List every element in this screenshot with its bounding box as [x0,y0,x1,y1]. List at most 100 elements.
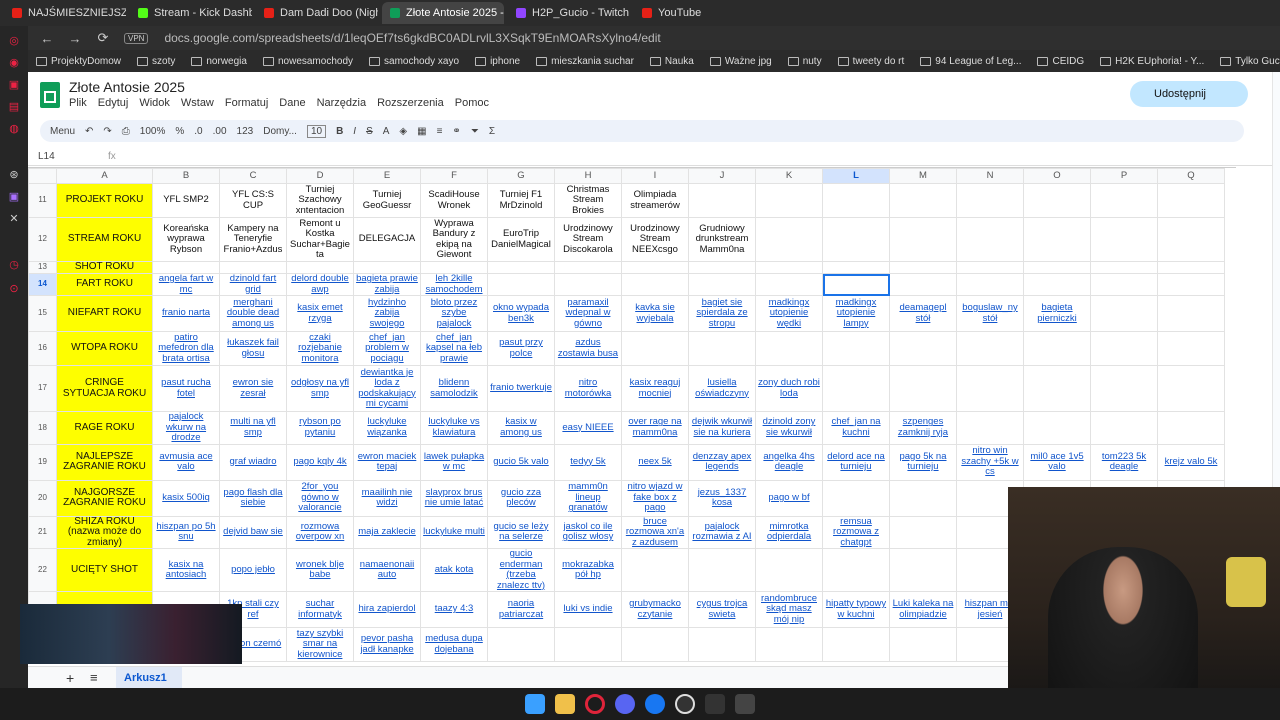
grid-cell[interactable] [755,183,823,218]
grid-cell[interactable]: deamagepl stół [889,295,957,332]
grid-cell[interactable]: angela fart w mc [152,273,220,296]
grid-cell[interactable] [956,217,1024,262]
bookmark-item[interactable]: Tylko Gucio - Cov... [1220,56,1280,67]
grid-cell[interactable]: tom223 5k deagle [1090,443,1158,481]
grid-cell[interactable]: jezus_1337 kosa [688,479,756,517]
row-header[interactable]: 17 [28,365,57,412]
grid-cell[interactable] [1090,365,1158,412]
increase-decimal-button[interactable]: .00 [213,126,227,137]
column-header[interactable]: P [1090,168,1158,184]
forward-icon[interactable]: → [66,31,84,46]
grid-cell[interactable]: pago flash dla siebie [219,479,287,517]
grid-cell[interactable]: dzinold fart grid [219,273,287,296]
grid-cell[interactable] [1090,217,1158,262]
grid-cell[interactable] [1023,411,1091,445]
grid-cell[interactable] [1023,331,1091,366]
menu-item[interactable]: Wstaw [181,97,214,109]
undo-icon[interactable]: ↶ [85,126,93,137]
grid-cell[interactable]: gucio zza pleców [487,479,555,517]
grid-cell[interactable] [1157,217,1225,262]
grid-cell[interactable]: cygus trojca swieta [688,591,756,628]
zoom-select[interactable]: 100% [140,126,166,137]
bookmark-item[interactable]: norwegia [191,56,247,67]
column-header[interactable]: D [286,168,354,184]
grid-cell[interactable]: pasut rucha fotel [152,365,220,412]
grid-cell[interactable] [487,627,555,662]
grid-cell[interactable]: hydzinho zabija swojego [353,295,421,332]
grid-cell[interactable] [822,548,890,592]
category-cell[interactable]: WTOPA ROKU [56,331,153,366]
grid-cell[interactable] [889,627,957,662]
grid-cell[interactable]: namaenonaii auto [353,548,421,592]
column-header[interactable]: J [688,168,756,184]
grid-cell[interactable] [621,273,689,296]
grid-cell[interactable] [755,261,823,274]
row-header[interactable]: 15 [28,295,57,332]
grid-cell[interactable]: Urodzinowy Stream NEEXcsgo [621,217,689,262]
grid-cell[interactable]: multi na yfl smp [219,411,287,445]
grid-cell[interactable]: bagieta pierniczki [1023,295,1091,332]
grid-cell[interactable] [688,273,756,296]
grid-cell[interactable]: dejvid baw sie [219,515,287,549]
bookmark-item[interactable]: szoty [137,56,175,67]
grid-cell[interactable]: gucio 5k valo [487,443,555,481]
grid-cell[interactable]: Urodzinowy Stream Discokarola [554,217,622,262]
grid-cell[interactable] [822,331,890,366]
grid-cell[interactable]: bagieta prawie zabija [353,273,421,296]
grid-cell[interactable] [755,273,823,296]
sidebar-icon[interactable]: ◉ [5,54,23,72]
browser-tab[interactable]: Dam Dadi Doo (Nightcore [256,2,378,24]
all-sheets-icon[interactable]: ≡ [90,670,98,685]
grid-cell[interactable] [822,479,890,517]
grid-cell[interactable]: tazy szybki smar na kierownice [286,627,354,662]
column-header[interactable]: L [822,168,890,184]
grid-cell[interactable]: merghani double dead among us [219,295,287,332]
grid-cell[interactable] [487,261,555,274]
align-icon[interactable]: ≡ [437,126,443,137]
grid-cell[interactable] [889,365,957,412]
grid-cell[interactable] [1157,261,1225,274]
grid-cell[interactable] [688,183,756,218]
vpn-badge[interactable]: VPN [124,32,149,44]
decrease-decimal-button[interactable]: .0 [194,126,202,137]
grid-cell[interactable]: dejwik wkurwił sie na kuriera [688,411,756,445]
grid-cell[interactable]: 2for_you gówno w valorancie [286,479,354,517]
grid-cell[interactable]: madkingx utopienie lampy [822,295,890,332]
bookmark-item[interactable]: 94 League of Leg... [920,56,1021,67]
grid-cell[interactable]: mimrotka odpierdala [755,515,823,549]
grid-cell[interactable]: Wyprawa Bandury z ekipą na Giewont [420,217,488,262]
grid-cell[interactable]: medusa dupa dojebana [420,627,488,662]
column-header[interactable]: I [621,168,689,184]
bookmark-item[interactable]: Nauka [649,56,694,67]
grid-cell[interactable] [219,261,287,274]
menu-item[interactable]: Rozszerzenia [377,97,444,109]
grid-cell[interactable] [1023,217,1091,262]
grid-cell[interactable]: Turniej GeoGuessr [353,183,421,218]
grid-cell[interactable]: hira zapierdol [353,591,421,628]
font-size-input[interactable]: 10 [306,124,327,138]
grid-cell[interactable]: taazy 4:3 [420,591,488,628]
grid-cell[interactable] [1023,261,1091,274]
grid-cell[interactable]: wronek blje babe [286,548,354,592]
grid-cell[interactable] [420,261,488,274]
column-header[interactable]: K [755,168,823,184]
grid-cell[interactable]: delord double awp [286,273,354,296]
grid-cell[interactable] [822,273,890,296]
sidebar-icon[interactable]: ◷ [5,256,23,274]
grid-cell[interactable]: kasix reaguj mocniej [621,365,689,412]
grid-cell[interactable] [1157,295,1225,332]
column-header[interactable]: H [554,168,622,184]
category-cell[interactable]: PROJEKT ROKU [56,183,153,218]
grid-cell[interactable] [1157,273,1225,296]
column-header[interactable]: N [956,168,1024,184]
grid-cell[interactable]: Luki kaleka na olimpiadzie [889,591,957,628]
grid-cell[interactable]: pajalock rozmawia z AI [688,515,756,549]
sheet-tab-arkusz1[interactable]: Arkusz1 [116,667,182,689]
grid-cell[interactable]: delord ace na turnieju [822,443,890,481]
sidebar-icon[interactable]: ▣ [5,76,23,94]
category-cell[interactable]: SHOT ROKU [56,261,153,274]
bookmark-item[interactable]: ProjektyDomow [36,56,121,67]
grid-cell[interactable] [1090,331,1158,366]
windows-start-icon[interactable] [525,694,545,714]
grid-cell[interactable]: patiro mefedron dla brata ortisa [152,331,220,366]
